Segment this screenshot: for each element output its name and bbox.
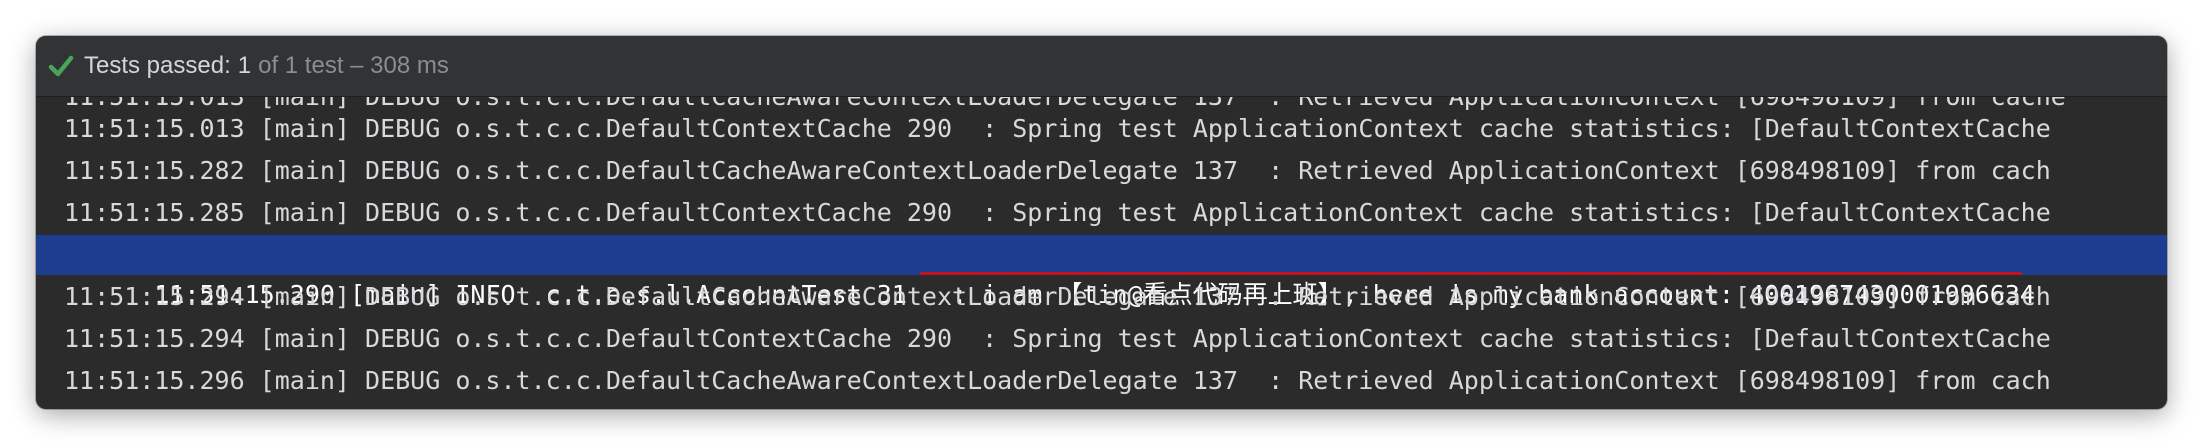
check-icon: [48, 53, 74, 79]
log-line[interactable]: 11:51:15.294 [main] DEBUG o.s.t.c.c.Defa…: [36, 319, 2167, 359]
log-line[interactable]: 11:51:15.282 [main] DEBUG o.s.t.c.c.Defa…: [36, 151, 2167, 191]
status-label: Tests passed:: [84, 52, 231, 79]
log-line[interactable]: 11:51:15.285 [main] DEBUG o.s.t.c.c.Defa…: [36, 193, 2167, 233]
status-detail: of 1 test – 308 ms: [258, 52, 449, 79]
status-count: 1: [237, 52, 252, 79]
log-line[interactable]: 11:51:15.294 [main] DEBUG o.s.t.c.c.Defa…: [36, 277, 2167, 317]
log-line-selected[interactable]: 11:51:15.290 [main] INFO c.t.e.s.l.Accou…: [36, 235, 2167, 309]
red-underline-annotation: [920, 272, 2022, 275]
test-runner-window: Tests passed: 1 of 1 test – 308 ms 11:51…: [36, 36, 2167, 409]
console-output[interactable]: 11:51:15.013 [main] DEBUG o.s.t.c.c.Defa…: [36, 97, 2167, 409]
log-line[interactable]: 11:51:15.296 [main] DEBUG o.s.t.c.c.Defa…: [36, 361, 2167, 401]
log-line[interactable]: 11:51:15.013 [main] DEBUG o.s.t.c.c.Defa…: [36, 109, 2167, 149]
test-status-bar: Tests passed: 1 of 1 test – 308 ms: [36, 36, 2167, 97]
